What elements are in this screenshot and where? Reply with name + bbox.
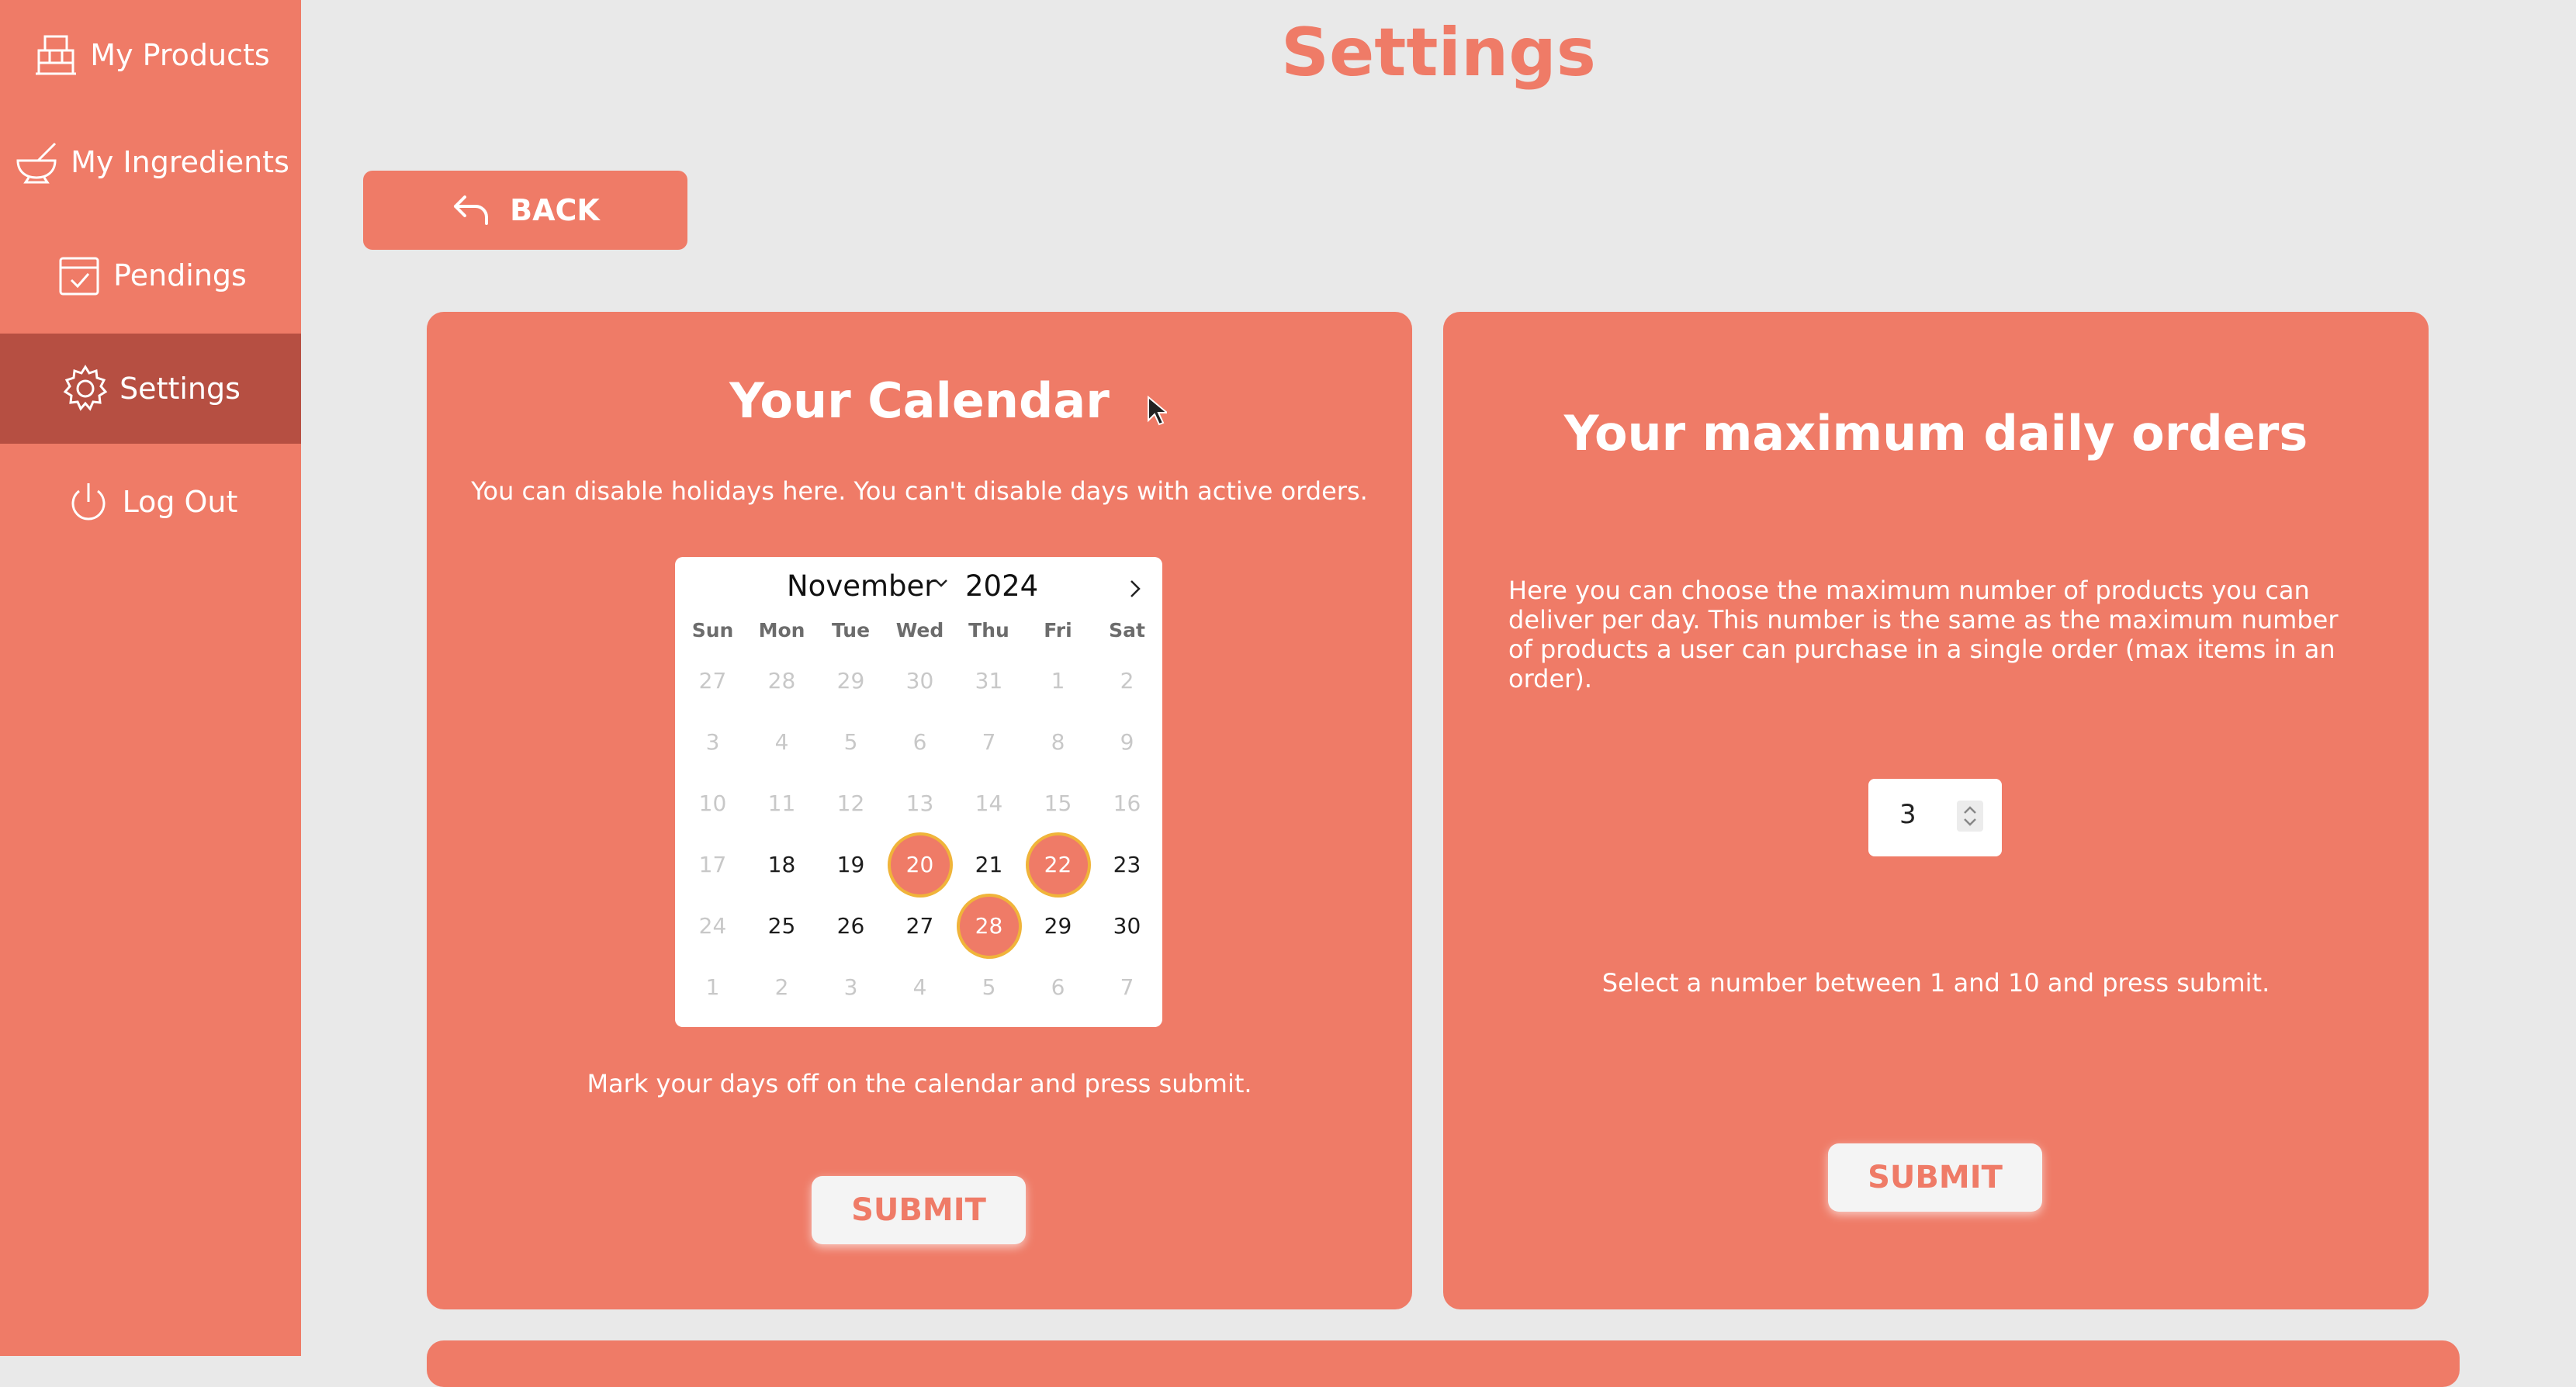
max-orders-input[interactable]: 3 [1868,779,2002,856]
calendar-day: 6 [1051,974,1065,1000]
chevron-down-icon[interactable] [933,574,950,591]
calendar-day[interactable]: 29 [1029,897,1088,956]
calendar-day: 28 [767,668,796,694]
calendar-day: 2 [774,974,789,1000]
calendar-day: 27 [698,668,727,694]
back-arrow-icon [454,195,489,225]
calendar-header: November 2024 [675,568,1162,614]
sidebar-item-label: My Products [90,38,270,72]
calendar-submit-button[interactable]: SUBMIT [812,1176,1026,1244]
page-title: Settings [1281,14,1596,92]
calendar-day: 3 [705,729,720,755]
sidebar-item-my-ingredients[interactable]: My Ingredients [0,107,301,217]
calendar-day[interactable]: 21 [960,835,1019,894]
calendar-day[interactable]: 27 [891,897,950,956]
sidebar-item-label: My Ingredients [71,145,289,179]
daily-orders-title: Your maximum daily orders [1563,405,2308,462]
calendar-day[interactable]: 18 [753,835,812,894]
power-icon [64,477,113,527]
chevron-right-icon[interactable] [1124,577,1147,600]
weekday-header: Tue [831,619,871,642]
daily-orders-panel: Your maximum daily orders Here you can c… [1443,312,2429,1309]
calendar-day[interactable]: 22 [1028,835,1088,894]
calendar-day: 7 [1120,974,1134,1000]
calendar-day: 14 [975,790,1003,816]
sidebar-item-log-out[interactable]: Log Out [0,447,301,557]
calendar-day: 29 [836,668,865,694]
back-button[interactable]: BACK [363,171,687,250]
calendar-day[interactable]: 20 [890,835,950,894]
weekday-header: Mon [758,619,805,642]
calendar-day: 9 [1120,729,1134,755]
calendar-day[interactable]: 28 [959,897,1019,956]
calendar-day[interactable]: 19 [822,835,881,894]
calendar-day: 2 [1120,668,1134,694]
calendar-day[interactable]: 26 [822,897,881,956]
daily-orders-description: Here you can choose the maximum number o… [1508,576,2339,694]
bakery-stand-icon [31,30,81,80]
calendar-day: 17 [698,852,727,877]
calendar-day: 10 [698,790,727,816]
calendar-day: 11 [767,790,796,816]
calendar-day: 31 [975,668,1003,694]
weekday-header: Wed [895,619,944,642]
date-picker-calendar: November 2024 Sun Mon Tue Wed Thu Fri Sat 27 28 2… [675,557,1162,1027]
calendar-day: 5 [843,729,858,755]
weekday-header: Sat [1109,619,1145,642]
back-button-label: BACK [510,193,600,227]
daily-orders-submit-button[interactable]: SUBMIT [1828,1143,2042,1212]
calendar-day: 5 [982,974,996,1000]
calendar-day: 7 [982,729,996,755]
calendar-day[interactable]: 25 [753,897,812,956]
sidebar-item-label: Settings [119,372,241,406]
mortar-pestle-icon [12,137,61,187]
calendar-day: 12 [836,790,865,816]
sidebar-item-pendings[interactable]: Pendings [0,220,301,330]
calendar-day[interactable]: 30 [1098,897,1157,956]
sidebar-item-my-products[interactable]: My Products [0,0,301,110]
sidebar: My Products My Ingredients Pendings Sett… [0,0,301,1356]
spinner-arrows-icon [1964,806,1976,826]
calendar-day: 4 [774,729,789,755]
calendar-day: 6 [912,729,927,755]
calendar-day: 16 [1113,790,1141,816]
weekday-header: Thu [968,619,1009,642]
number-spinner[interactable] [1957,801,1983,832]
gear-icon [61,364,110,413]
calendar-day: 4 [912,974,927,1000]
mouse-cursor-icon [1148,396,1167,426]
year-label[interactable]: 2024 [965,569,1038,603]
calendar-day: 3 [843,974,858,1000]
calendar-panel-description: You can disable holidays here. You can't… [471,476,1368,506]
month-select[interactable]: November [787,569,936,603]
calendar-day: 30 [905,668,934,694]
sidebar-item-settings[interactable]: Settings [0,334,301,444]
calendar-day[interactable]: 23 [1098,835,1157,894]
weekday-header: Fri [1044,619,1072,642]
daily-orders-instruction: Select a number between 1 and 10 and pre… [1601,968,2270,998]
calendar-day: 1 [705,974,720,1000]
calendar-day: 15 [1044,790,1072,816]
calendar-day: 13 [905,790,934,816]
weekday-header: Sun [691,619,734,642]
calendar-day: 1 [1051,668,1065,694]
sidebar-item-label: Pendings [113,258,247,292]
calendar-instruction: Mark your days off on the calendar and p… [587,1069,1252,1098]
calendar-panel: Your Calendar You can disable holidays h… [427,312,1412,1309]
calendar-panel-title: Your Calendar [729,372,1110,429]
calendar-day: 24 [698,913,727,939]
calendar-check-icon [54,251,104,300]
max-orders-value: 3 [1899,799,1916,830]
calendar-day: 8 [1051,729,1065,755]
bottom-panel [427,1340,2460,1387]
sidebar-item-label: Log Out [122,485,238,519]
